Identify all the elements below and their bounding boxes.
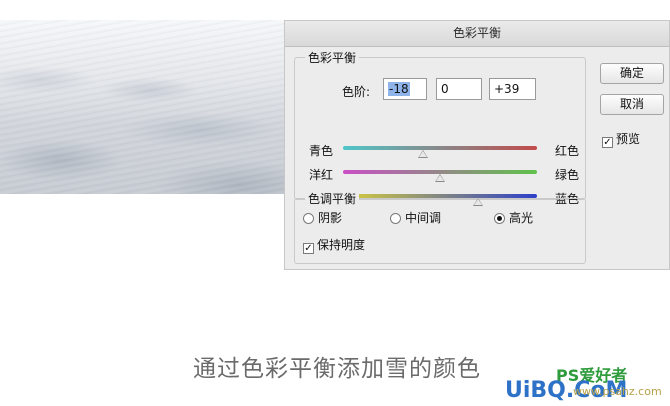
color-balance-group-title: 色彩平衡	[305, 49, 360, 66]
tone-balance-group-title: 色调平衡	[305, 190, 360, 207]
tone-balance-group: 色调平衡 阴影 中间调 高光 ✓ 保持明度	[294, 190, 586, 264]
check-icon: ✓	[303, 243, 314, 254]
snow-photo	[0, 20, 284, 194]
level-cyan-red-field[interactable]: -18	[383, 78, 427, 100]
ok-button[interactable]: 确定	[600, 63, 664, 84]
watermark-site: www.psahz.com	[573, 385, 662, 398]
magenta-green-slider-row: 洋红 绿色	[295, 164, 585, 184]
radio-highlights-icon	[494, 213, 505, 224]
color-balance-dialog: 色彩平衡 色彩平衡 色阶: -18 0 +39 青色 红色 洋红 绿色 黄色 蓝…	[284, 20, 670, 270]
cyan-red-slider-row: 青色 红色	[295, 140, 585, 160]
magenta-green-thumb[interactable]	[435, 174, 445, 182]
radio-shadows-icon	[303, 213, 314, 224]
radio-midtones-icon	[390, 213, 401, 224]
radio-midtones[interactable]: 中间调	[390, 209, 441, 226]
caption-text: 通过色彩平衡添加雪的颜色	[193, 356, 481, 382]
cyan-label: 青色	[309, 144, 334, 158]
level-magenta-green-field[interactable]: 0	[436, 78, 482, 100]
red-label: 红色	[555, 144, 580, 158]
cyan-red-thumb[interactable]	[417, 150, 428, 158]
cyan-red-track[interactable]	[343, 146, 537, 150]
preserve-luminosity-checkbox[interactable]: ✓ 保持明度	[303, 236, 365, 254]
green-label: 绿色	[555, 168, 580, 182]
magenta-label: 洋红	[309, 168, 334, 182]
radio-highlights[interactable]: 高光	[494, 209, 533, 226]
check-icon: ✓	[602, 137, 613, 148]
dialog-title: 色彩平衡	[285, 21, 669, 47]
levels-label: 色阶:	[342, 85, 371, 99]
cancel-button[interactable]: 取消	[600, 94, 664, 115]
radio-shadows[interactable]: 阴影	[303, 209, 342, 226]
level-yellow-blue-field[interactable]: +39	[489, 78, 536, 100]
color-balance-group: 色彩平衡 色阶: -18 0 +39 青色 红色 洋红 绿色 黄色 蓝色	[294, 49, 586, 206]
preview-checkbox[interactable]: ✓ 预览	[602, 130, 640, 148]
